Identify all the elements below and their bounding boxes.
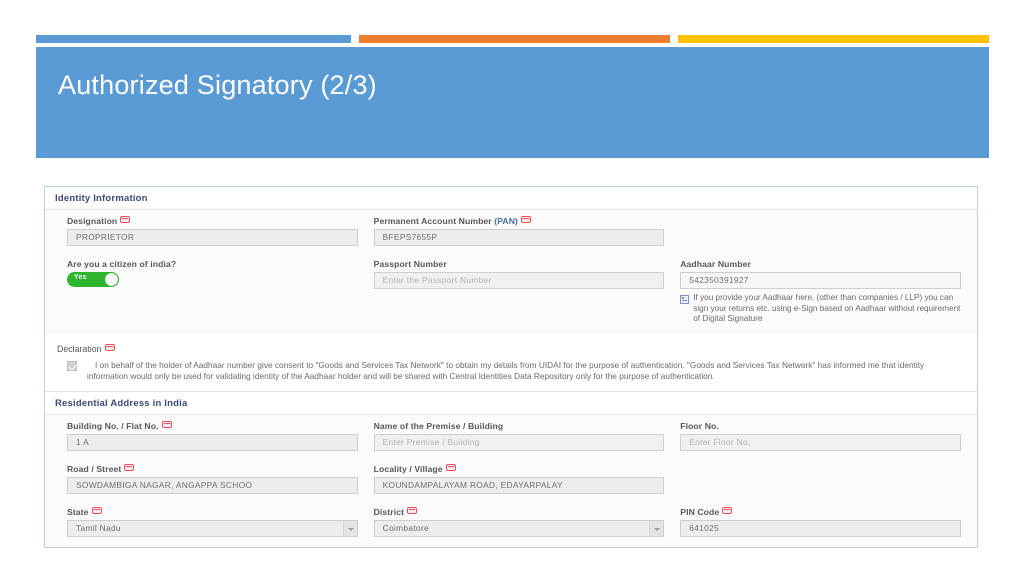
declaration-label-text: Declaration	[57, 343, 102, 354]
aadhaar-input[interactable]: 542350391927	[680, 272, 961, 289]
accent-bar-blue	[36, 35, 351, 43]
field-pincode: PIN Code 641025	[680, 507, 977, 537]
building-label: Building No. / Flat No.	[67, 421, 358, 431]
passport-label: Passport Number	[373, 259, 447, 269]
form-row-building-premise-floor: Building No. / Flat No. 1 A Name of the …	[45, 421, 977, 451]
aadhaar-hint: If you provide your Aadhaar here, (other…	[680, 293, 961, 325]
row-spacer	[45, 451, 977, 464]
field-road: Road / Street SOWDAMBIGA NAGAR, ANGAPPA …	[67, 464, 374, 494]
pincode-input[interactable]: 641025	[680, 519, 961, 537]
citizenship-label: Are you a citizen of india?	[67, 259, 177, 269]
premise-input[interactable]: Enter Premise / Building	[373, 433, 665, 451]
page-title: Authorized Signatory (2/3)	[58, 70, 377, 100]
locality-label-text: Locality / Village	[373, 463, 443, 474]
state-select[interactable]: Tamil Nadu	[67, 519, 358, 537]
field-aadhaar: Aadhaar Number 542350391927 If you provi…	[680, 259, 977, 325]
identity-form-panel: Identity Information Designation PROPRIE…	[44, 186, 978, 548]
field-premise: Name of the Premise / Building Enter Pre…	[373, 420, 681, 451]
district-select-value[interactable]: Coimbatore	[373, 519, 665, 537]
accent-bar-orange	[358, 35, 671, 43]
district-select[interactable]: Coimbatore	[373, 519, 665, 537]
declaration-checkbox[interactable]	[67, 360, 77, 371]
info-icon	[680, 295, 690, 304]
row-spacer	[45, 325, 977, 334]
address-section-body: Building No. / Flat No. 1 A Name of the …	[45, 414, 977, 546]
required-marker-icon	[161, 420, 172, 428]
declaration-block: Declaration I on behalf of the holder of…	[45, 333, 977, 391]
chevron-down-icon[interactable]	[649, 519, 665, 537]
floor-input[interactable]: Enter Floor No.	[680, 433, 961, 451]
field-state: State Tamil Nadu	[67, 507, 374, 537]
citizenship-toggle[interactable]: Yes	[67, 272, 119, 287]
required-marker-icon	[124, 463, 135, 471]
road-input[interactable]: SOWDAMBIGA NAGAR, ANGAPPA SCHOO	[67, 476, 358, 494]
required-marker-icon	[91, 506, 102, 514]
declaration-text: I on behalf of the holder of Aadhaar num…	[87, 359, 925, 382]
required-marker-icon	[722, 506, 733, 514]
form-row-designation-pan: Designation PROPRIETOR Permanent Account…	[45, 216, 977, 246]
identity-section-body: Designation PROPRIETOR Permanent Account…	[45, 210, 977, 334]
field-locality: Locality / Village KOUNDAMPALAYAM ROAD, …	[373, 464, 681, 494]
chevron-down-icon[interactable]	[342, 519, 358, 537]
form-row-citizen-passport-aadhaar: Are you a citizen of india? Yes Passport…	[45, 259, 977, 325]
road-label: Road / Street	[67, 464, 358, 474]
row-spacer	[45, 246, 977, 259]
row-spacer	[45, 537, 977, 546]
form-row-road-locality: Road / Street SOWDAMBIGA NAGAR, ANGAPPA …	[45, 464, 977, 494]
locality-input[interactable]: KOUNDAMPALAYAM ROAD, EDAYARPALAY	[373, 476, 665, 494]
citizenship-toggle-label: Yes	[74, 274, 87, 281]
field-spacer-2	[680, 464, 977, 494]
state-label: State	[67, 507, 358, 517]
accent-bar-yellow	[678, 35, 989, 43]
passport-input[interactable]: Enter the Passport Number	[373, 272, 665, 289]
form-row-state-district-pin: State Tamil Nadu District Coimbatore PIN…	[45, 507, 977, 537]
row-spacer	[45, 494, 977, 507]
toggle-knob-icon	[105, 273, 118, 286]
aadhaar-hint-text: If you provide your Aadhaar here, (other…	[693, 293, 961, 323]
designation-label: Designation	[67, 216, 358, 226]
district-label: District	[374, 507, 665, 517]
field-district: District Coimbatore	[373, 507, 681, 537]
state-select-value[interactable]: Tamil Nadu	[67, 519, 358, 537]
road-label-text: Road / Street	[67, 463, 122, 474]
field-floor: Floor No. Enter Floor No.	[680, 421, 977, 451]
aadhaar-label: Aadhaar Number	[680, 259, 751, 269]
pincode-label: PIN Code	[680, 507, 961, 517]
required-marker-icon	[407, 506, 418, 514]
section-header-identity: Identity Information	[45, 187, 977, 210]
slide-title-banner: Authorized Signatory (2/3)	[36, 47, 989, 158]
building-label-text: Building No. / Flat No.	[67, 420, 159, 431]
required-marker-icon	[104, 343, 115, 351]
state-label-text: State	[67, 506, 89, 517]
required-marker-icon	[520, 216, 531, 224]
field-designation: Designation PROPRIETOR	[67, 216, 374, 246]
field-spacer-1	[680, 216, 977, 246]
pan-label-text: Permanent Account Number	[373, 216, 492, 226]
field-passport: Passport Number Enter the Passport Numbe…	[373, 259, 681, 325]
district-label-text: District	[373, 506, 405, 517]
field-citizenship: Are you a citizen of india? Yes	[67, 259, 374, 325]
floor-label: Floor No.	[680, 420, 719, 431]
declaration-label: Declaration	[57, 344, 963, 354]
section-header-address: Residential Address in India	[45, 390, 977, 415]
pincode-label-text: PIN Code	[680, 506, 720, 517]
pan-label: Permanent Account Number (PAN)	[374, 216, 665, 226]
field-pan: Permanent Account Number (PAN) BFEPS7655…	[373, 216, 681, 246]
accent-bar-strip	[36, 35, 989, 43]
designation-input[interactable]: PROPRIETOR	[67, 229, 358, 246]
locality-label: Locality / Village	[374, 464, 665, 474]
declaration-body: I on behalf of the holder of Aadhaar num…	[57, 360, 963, 383]
pan-label-sub: (PAN)	[494, 216, 518, 226]
building-input[interactable]: 1 A	[67, 433, 358, 451]
field-building: Building No. / Flat No. 1 A	[67, 421, 374, 451]
required-marker-icon	[445, 463, 456, 471]
pan-input[interactable]: BFEPS7655P	[373, 229, 665, 246]
premise-label: Name of the Premise / Building	[373, 420, 504, 431]
required-marker-icon	[120, 216, 131, 224]
designation-label-text: Designation	[67, 216, 118, 226]
